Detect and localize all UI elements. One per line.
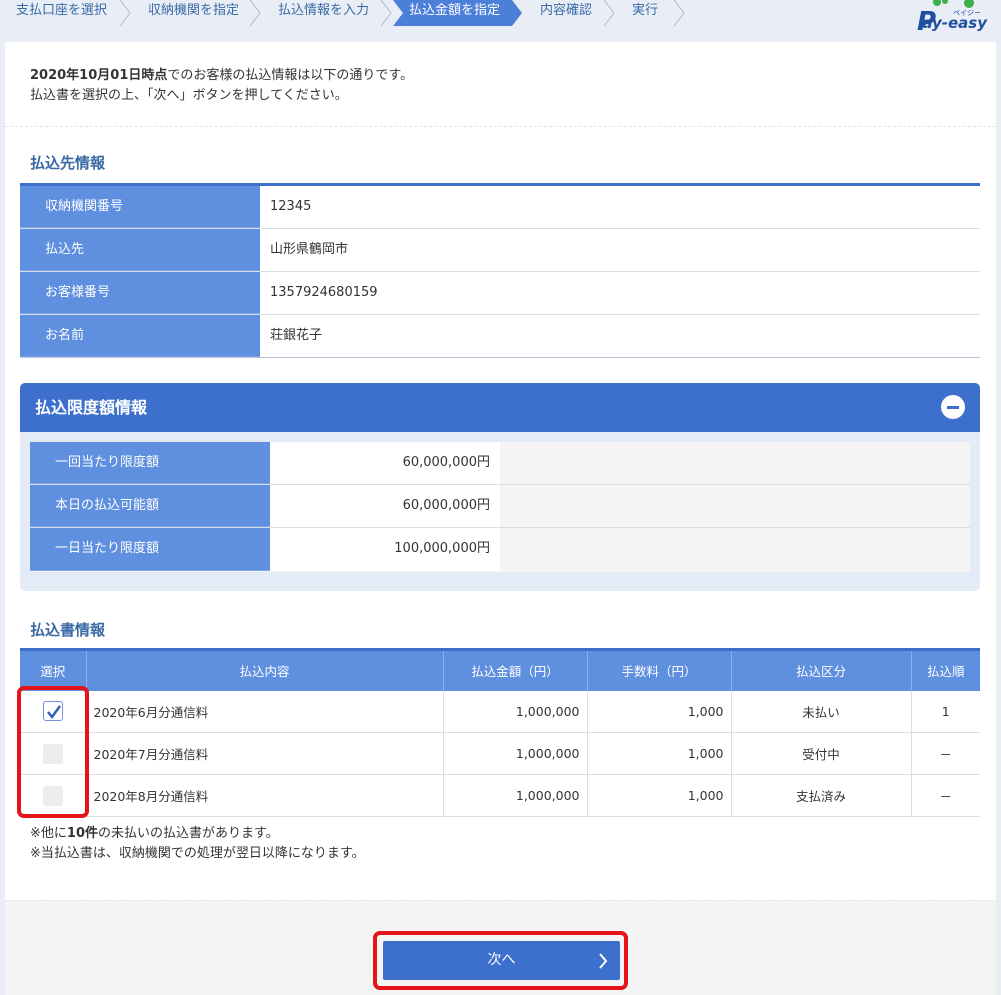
bill-status: 受付中 bbox=[730, 732, 911, 775]
bill-amount: 1,000,000 bbox=[442, 732, 587, 775]
payee-label: 収納機関番号 bbox=[20, 186, 260, 228]
limit-header[interactable]: 払込限度額情報 bbox=[20, 383, 980, 432]
bill-content: 2020年6月分通信料 bbox=[85, 690, 443, 733]
bill-fee: 1,000 bbox=[586, 690, 731, 733]
bill-status: 未払い bbox=[730, 690, 911, 733]
main-panel: 2020年10月01日時点でのお客様の払込情報は以下の通りです。 払込書を選択の… bbox=[5, 42, 996, 995]
header-content: 払込内容 bbox=[85, 648, 443, 691]
payee-label: お客様番号 bbox=[20, 272, 260, 314]
note1-pre: ※他に bbox=[30, 826, 67, 841]
step-separator-icon bbox=[249, 0, 261, 26]
collapse-icon[interactable] bbox=[941, 395, 965, 419]
bills-table: 選択 払込内容 払込金額（円） 手数料（円） 払込区分 払込順 2020年6月分… bbox=[20, 648, 980, 817]
step-select-institution: 収納機関を指定 bbox=[132, 0, 262, 26]
step-label: 内容確認 bbox=[540, 3, 593, 18]
checkbox-highlight bbox=[17, 686, 89, 818]
footer: 次へ bbox=[5, 900, 996, 995]
header-amount: 払込金額（円） bbox=[442, 648, 587, 691]
limit-label: 本日の払込可能額 bbox=[30, 485, 270, 527]
note2: ※当払込書は、収納機関での処理が翌日以降になります。 bbox=[30, 846, 365, 861]
header-order: 払込順 bbox=[910, 648, 980, 691]
header-status: 払込区分 bbox=[730, 648, 911, 691]
payee-row: お客様番号 1357924680159 bbox=[20, 272, 980, 315]
step-separator-icon bbox=[673, 0, 685, 26]
logo-text: ay-easy bbox=[922, 14, 987, 32]
payee-value: 12345 bbox=[270, 199, 312, 214]
step-separator-icon bbox=[603, 0, 615, 26]
bill-fee: 1,000 bbox=[586, 774, 731, 817]
bill-amount: 1,000,000 bbox=[442, 774, 587, 817]
bill-status: 支払済み bbox=[730, 774, 911, 817]
payee-label: 払込先 bbox=[20, 229, 260, 271]
payee-row: 収納機関番号 12345 bbox=[20, 186, 980, 229]
payee-section-title: 払込先情報 bbox=[30, 154, 106, 172]
intro-line2: 払込書を選択の上、「次へ」ボタンを押してください。 bbox=[30, 88, 348, 103]
table-row: 2020年7月分通信料 1,000,000 1,000 受付中 － bbox=[20, 732, 980, 775]
bill-order: 1 bbox=[910, 690, 980, 733]
step-specify-amount: 払込金額を指定 bbox=[393, 0, 524, 26]
payee-table: 収納機関番号 12345 払込先 山形県鶴岡市 お客様番号 1357924680… bbox=[20, 183, 980, 358]
notes: ※他に10件の未払いの払込書があります。 ※当払込書は、収納機関での処理が翌日以… bbox=[30, 824, 365, 864]
payee-value: 山形県鶴岡市 bbox=[270, 242, 349, 257]
payee-value: 1357924680159 bbox=[270, 285, 378, 300]
step-confirm: 内容確認 bbox=[524, 0, 616, 26]
pay-easy-logo: P ペイジー ay-easy bbox=[909, 0, 989, 34]
step-execute: 実行 bbox=[616, 0, 686, 26]
payee-row: お名前 荘銀花子 bbox=[20, 315, 980, 358]
bills-header-row: 選択 払込内容 払込金額（円） 手数料（円） 払込区分 払込順 bbox=[20, 648, 980, 691]
step-label: 支払口座を選択 bbox=[16, 3, 108, 18]
step-label: 払込情報を入力 bbox=[278, 3, 370, 18]
limit-value: 60,000,000円 bbox=[270, 442, 500, 484]
header-select: 選択 bbox=[20, 648, 86, 691]
limit-value: 60,000,000円 bbox=[270, 485, 500, 527]
payee-label: お名前 bbox=[20, 315, 260, 357]
step-label: 収納機関を指定 bbox=[148, 3, 240, 18]
divider bbox=[5, 126, 996, 127]
limit-title: 払込限度額情報 bbox=[35, 398, 148, 417]
bill-amount: 1,000,000 bbox=[442, 690, 587, 733]
note1-post: の未払いの払込書があります。 bbox=[98, 826, 279, 841]
step-separator-icon bbox=[380, 0, 392, 26]
step-enter-payment: 払込情報を入力 bbox=[262, 0, 393, 26]
step-bar: 支払口座を選択 収納機関を指定 払込情報を入力 払込金額を指定 内容確認 実行 bbox=[0, 0, 686, 26]
step-separator-icon bbox=[119, 0, 131, 26]
note1-count: 10件 bbox=[66, 826, 98, 841]
payee-value: 荘銀花子 bbox=[270, 328, 323, 343]
intro-date: 2020年10月01日時点 bbox=[30, 68, 168, 83]
next-button[interactable]: 次へ bbox=[383, 941, 620, 980]
table-row: 2020年6月分通信料 1,000,000 1,000 未払い 1 bbox=[20, 690, 980, 733]
bill-order: － bbox=[910, 774, 980, 817]
bills-section-title: 払込書情報 bbox=[30, 621, 106, 639]
limit-row: 一回当たり限度額 60,000,000円 bbox=[30, 442, 970, 485]
payee-row: 払込先 山形県鶴岡市 bbox=[20, 229, 980, 272]
intro-line1: でのお客様の払込情報は以下の通りです。 bbox=[167, 68, 414, 83]
chevron-right-icon bbox=[599, 953, 608, 969]
bill-order: － bbox=[910, 732, 980, 775]
bill-fee: 1,000 bbox=[586, 732, 731, 775]
limit-panel: 払込限度額情報 一回当たり限度額 60,000,000円 本日の払込可能額 60… bbox=[20, 383, 980, 591]
step-select-account: 支払口座を選択 bbox=[0, 0, 132, 26]
limit-label: 一回当たり限度額 bbox=[30, 442, 270, 484]
step-label: 実行 bbox=[632, 3, 659, 18]
header-fee: 手数料（円） bbox=[586, 648, 731, 691]
intro-text: 2020年10月01日時点でのお客様の払込情報は以下の通りです。 払込書を選択の… bbox=[30, 66, 413, 106]
next-button-label: 次へ bbox=[487, 952, 516, 968]
step-label: 払込金額を指定 bbox=[409, 3, 501, 18]
limit-label: 一日当たり限度額 bbox=[30, 528, 270, 571]
limit-row: 本日の払込可能額 60,000,000円 bbox=[30, 485, 970, 528]
limit-row: 一日当たり限度額 100,000,000円 bbox=[30, 528, 970, 571]
bill-content: 2020年8月分通信料 bbox=[85, 774, 443, 817]
limit-value: 100,000,000円 bbox=[270, 528, 500, 571]
table-row: 2020年8月分通信料 1,000,000 1,000 支払済み － bbox=[20, 774, 980, 817]
limit-table: 一回当たり限度額 60,000,000円 本日の払込可能額 60,000,000… bbox=[30, 442, 970, 572]
bill-content: 2020年7月分通信料 bbox=[85, 732, 443, 775]
